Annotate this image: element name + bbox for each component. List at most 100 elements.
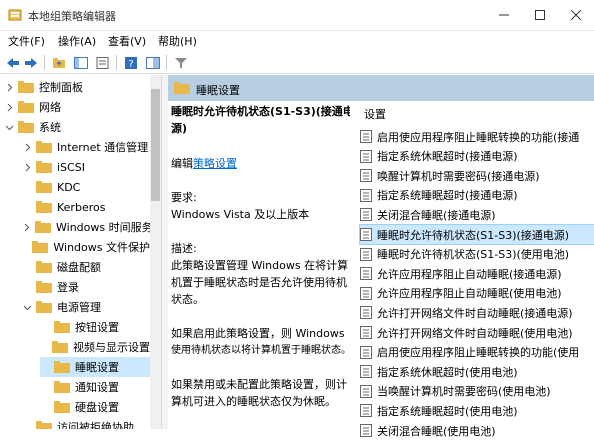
setting-label: 允许应用程序阻止自动睡眠(接通电源)	[377, 267, 562, 281]
setting-row[interactable]: 唤醒计算机时需要密码(接通电源)	[360, 166, 594, 185]
setting-row[interactable]: 关闭混合睡眠(使用电池)	[360, 421, 594, 440]
folder-icon	[36, 181, 52, 193]
tree-item-label: Windows 时间服务	[56, 221, 153, 234]
tree-item-label: Internet 通信管理	[57, 141, 149, 154]
maximize-icon	[535, 10, 545, 20]
description-text: 状态。	[171, 293, 204, 306]
tree-item[interactable]: 睡眠设置	[40, 357, 150, 377]
details-pane: 睡眠设置 睡眠时允许待机状态(S1-S3)(接通电 源) 编辑策略设置 要求: …	[168, 75, 594, 438]
details-header: 睡眠设置	[168, 75, 594, 101]
window-title: 本地组策略编辑器	[28, 10, 116, 23]
setting-row[interactable]: 指定系统休眠超时(使用电池)	[360, 362, 594, 381]
setting-row[interactable]: 允许应用程序阻止自动睡眠(接通电源)	[360, 264, 594, 283]
expand-chevron-icon[interactable]	[22, 222, 31, 232]
expand-chevron-icon[interactable]	[4, 102, 14, 112]
tree-item[interactable]: KDC	[22, 177, 150, 197]
menu-help[interactable]: 帮助(H)	[158, 33, 197, 49]
tree-item[interactable]: 控制面板	[4, 77, 150, 97]
collapse-chevron-icon[interactable]	[22, 302, 32, 312]
setting-row[interactable]: 指定系统睡眠超时(使用电池)	[360, 401, 594, 420]
folder-icon	[54, 321, 70, 333]
up-folder-button[interactable]	[50, 54, 67, 71]
tree-item[interactable]: 访问被拒绝协助	[22, 417, 150, 429]
help-button[interactable]: ?	[122, 54, 139, 71]
policy-setting-icon	[360, 306, 372, 320]
tree-scrollbar[interactable]	[150, 75, 161, 429]
policy-setting-icon	[360, 149, 372, 163]
properties-button[interactable]	[94, 54, 111, 71]
policy-setting-icon	[360, 267, 372, 281]
policy-setting-icon	[360, 365, 372, 379]
setting-row[interactable]: 当唤醒计算机时需要密码(使用电池)	[360, 382, 594, 401]
expand-chevron-icon[interactable]	[22, 142, 32, 152]
tree-item-label: 网络	[39, 101, 61, 114]
close-button[interactable]	[558, 0, 594, 30]
setting-row[interactable]: 启用使应用程序阻止睡眠转换的功能(使用	[360, 343, 594, 362]
menu-view[interactable]: 查看(V)	[108, 33, 146, 49]
tree-item[interactable]: Windows 文件保护	[22, 237, 150, 257]
expand-chevron-icon[interactable]	[22, 162, 32, 172]
setting-row[interactable]: 指定系统休眠超时(接通电源)	[360, 147, 594, 166]
tree-item[interactable]: Kerberos	[22, 197, 150, 217]
console-tree-icon	[73, 56, 88, 69]
expand-chevron-icon[interactable]	[4, 82, 14, 92]
back-button[interactable]	[4, 54, 21, 71]
policy-setting-icon	[360, 169, 372, 183]
tree-item[interactable]: 视频与显示设置	[40, 337, 150, 357]
tree-item[interactable]: 系统	[4, 117, 150, 137]
setting-row[interactable]: 指定系统睡眠超时(接通电源)	[360, 186, 594, 205]
folder-up-icon	[52, 57, 65, 68]
collapse-chevron-icon[interactable]	[4, 122, 14, 132]
svg-text:?: ?	[128, 59, 133, 70]
setting-row[interactable]: 允许应用程序阻止自动睡眠(使用电池)	[360, 284, 594, 303]
tree-item[interactable]: 通知设置	[40, 377, 150, 397]
tree-item-label: 按钮设置	[75, 321, 119, 334]
tree-scrollbar-thumb[interactable]	[151, 89, 160, 201]
setting-label: 指定系统睡眠超时(使用电池)	[377, 404, 518, 418]
show-hide-tree-button[interactable]	[72, 54, 89, 71]
menu-action[interactable]: 操作(A)	[58, 33, 96, 49]
tree-item-label: 系统	[39, 121, 61, 134]
folder-icon	[36, 261, 52, 273]
menu-bar: 文件(F) 操作(A) 查看(V) 帮助(H)	[0, 31, 594, 51]
forward-button[interactable]	[22, 54, 39, 71]
setting-row[interactable]: 关闭混合睡眠(接通电源)	[360, 205, 594, 224]
tree-item-label: KDC	[57, 180, 81, 194]
folder-icon	[36, 421, 52, 429]
tree-item[interactable]: iSCSI	[22, 157, 150, 177]
setting-row[interactable]: 允许打开网络文件时自动睡眠(接通电源)	[360, 303, 594, 322]
setting-row[interactable]: 允许打开网络文件时自动睡眠(使用电池)	[360, 323, 594, 342]
edit-prefix: 编辑	[171, 157, 193, 170]
tree-item[interactable]: 硬盘设置	[40, 397, 150, 417]
help-icon: ?	[124, 56, 137, 70]
setting-label: 指定系统休眠超时(接通电源)	[377, 150, 518, 164]
filter-icon	[174, 57, 187, 68]
filter-button[interactable]	[172, 54, 189, 71]
policy-setting-icon	[360, 424, 372, 437]
setting-row[interactable]: 启用使应用程序阻止睡眠转换的功能(接通	[360, 127, 594, 146]
setting-label: 当唤醒计算机时需要密码(使用电池)	[377, 385, 551, 399]
tree-item[interactable]: 电源管理	[22, 297, 150, 317]
maximize-button[interactable]	[522, 0, 558, 30]
tree-item[interactable]: 磁盘配额	[22, 257, 150, 277]
minimize-button[interactable]	[486, 0, 522, 30]
menu-file[interactable]: 文件(F)	[8, 33, 45, 49]
settings-column-header[interactable]: 设置	[364, 106, 386, 122]
edit-policy-link[interactable]: 策略设置	[193, 157, 237, 170]
tree-item[interactable]: 网络	[4, 97, 150, 117]
show-pane-button[interactable]	[144, 54, 161, 71]
policy-setting-icon	[360, 130, 372, 143]
tree-item[interactable]: Internet 通信管理	[22, 137, 150, 157]
tree-item[interactable]: 按钮设置	[40, 317, 150, 337]
folder-icon	[54, 381, 70, 393]
setting-row[interactable]: 睡眠时允许待机状态(S1-S3)(接通电源)	[359, 224, 594, 245]
tree-item[interactable]: 登录	[22, 277, 150, 297]
setting-row[interactable]: 睡眠时允许待机状态(S1-S3)(使用电池)	[360, 245, 594, 264]
tree-item[interactable]: Windows 时间服务	[22, 217, 153, 237]
